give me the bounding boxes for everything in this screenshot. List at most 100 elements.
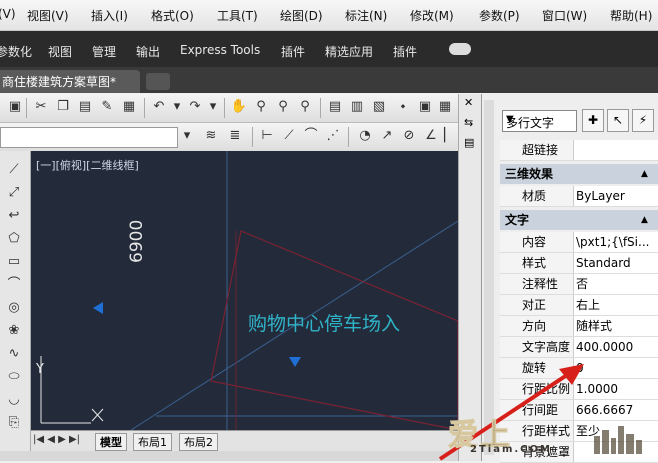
zoom-window-icon[interactable]: ⚲ xyxy=(274,98,292,116)
property-value[interactable]: Standard xyxy=(576,253,658,273)
paste-icon[interactable]: ▤ xyxy=(76,98,94,116)
ribbon-tab-parametric[interactable]: 参数化 xyxy=(0,43,32,60)
properties-icon[interactable]: ▤ xyxy=(326,98,344,116)
new-tab-icon[interactable] xyxy=(146,73,170,90)
open-icon[interactable]: ▣ xyxy=(6,98,24,116)
polyline-icon[interactable]: ↩ xyxy=(5,207,23,225)
menu-item-format[interactable]: 格式(O) xyxy=(151,7,194,24)
property-row-direction[interactable]: 方向 随样式 xyxy=(500,316,658,337)
design-center-icon[interactable]: ▥ xyxy=(348,98,366,116)
block-editor-icon[interactable]: ▦ xyxy=(120,98,138,116)
arc-icon[interactable]: ⌒ xyxy=(5,276,23,294)
collapse-icon[interactable]: ▲ xyxy=(641,164,648,184)
ribbon-tab-output[interactable]: 输出 xyxy=(136,43,160,60)
polygon-icon[interactable]: ⬠ xyxy=(5,230,23,248)
palette-autohide-icon[interactable]: ⇆ xyxy=(464,116,473,129)
property-row-annotative[interactable]: 注释性否 xyxy=(500,274,658,295)
ordinate-icon[interactable]: ⋰ xyxy=(324,127,342,145)
markup-icon[interactable]: ▣ xyxy=(416,98,434,116)
property-row-contents[interactable]: 内容 \pxt1;{\fSi... xyxy=(500,232,658,253)
dimension-text[interactable]: 6900 xyxy=(127,220,147,263)
menu-item-draw[interactable]: 绘图(D) xyxy=(280,7,323,24)
construction-line-icon[interactable]: ⤢ xyxy=(5,184,23,202)
tab-layout1[interactable]: 布局1 xyxy=(133,433,172,451)
property-row-style[interactable]: 样式 Standard xyxy=(500,253,658,274)
ribbon-options-icon[interactable] xyxy=(449,43,471,55)
property-value[interactable]: 右上 xyxy=(576,295,658,315)
document-tab[interactable]: 商住楼建筑方案草图* xyxy=(0,70,140,93)
copy-icon[interactable]: ❐ xyxy=(54,98,72,116)
insert-block-icon[interactable]: ⎘ xyxy=(5,414,23,432)
tab-model[interactable]: 模型 xyxy=(95,433,127,451)
arc-length-icon[interactable]: ⌒ xyxy=(302,127,320,145)
ribbon-tab-express-tools[interactable]: Express Tools xyxy=(180,43,260,57)
cut-icon[interactable]: ✂ xyxy=(32,98,50,116)
ribbon-tab-plugins[interactable]: 插件 xyxy=(281,43,305,60)
property-value[interactable]: 随样式 xyxy=(576,316,658,336)
sheet-set-icon[interactable]: ⬩ xyxy=(394,98,412,116)
zoom-realtime-icon[interactable]: ⚲ xyxy=(252,98,270,116)
layer-dropdown[interactable] xyxy=(0,127,178,148)
ribbon-tab-view[interactable]: 视图 xyxy=(48,43,72,60)
undo-icon[interactable]: ↶ xyxy=(150,98,168,116)
property-value[interactable]: \pxt1;{\fSi... xyxy=(576,232,658,252)
aligned-dimension-icon[interactable]: ⟋ xyxy=(280,127,298,145)
menu-item-parameters[interactable]: 参数(P) xyxy=(479,7,520,24)
ribbon-tab-plugins-2[interactable]: 插件 xyxy=(393,43,417,60)
layer-previous-icon[interactable]: ≣ xyxy=(226,127,244,145)
layer-state-icon[interactable]: ≋ xyxy=(202,127,220,145)
menu-item-dimension[interactable]: 标注(N) xyxy=(345,7,387,24)
tab-layout2[interactable]: 布局2 xyxy=(179,433,218,451)
object-type-dropdown[interactable]: 多行文字 ▼ xyxy=(502,110,577,132)
ellipse-icon[interactable]: ⬭ xyxy=(5,368,23,386)
quick-select-icon[interactable]: ⚡ xyxy=(632,109,654,132)
toggle-pickadd-icon[interactable]: ✚ xyxy=(582,109,604,132)
palette-close-icon[interactable]: ✕ xyxy=(464,96,473,109)
ellipse-arc-icon[interactable]: ◡ xyxy=(5,391,23,409)
tool-palettes-icon[interactable]: ▧ xyxy=(370,98,388,116)
zoom-previous-icon[interactable]: ⚲ xyxy=(296,98,314,116)
menu-item-tools[interactable]: 工具(T) xyxy=(217,7,258,24)
baseline-icon[interactable]: ▏ xyxy=(440,127,458,145)
drawing-canvas[interactable]: Y 6900 购物中心停车场入 xyxy=(31,151,458,430)
line-icon[interactable]: ⟋ xyxy=(5,161,23,179)
menu-item-window[interactable]: 窗口(W) xyxy=(542,7,587,24)
property-value[interactable]: ByLayer xyxy=(576,186,658,206)
revision-cloud-icon[interactable]: ❀ xyxy=(5,322,23,340)
horizontal-scrollbar[interactable] xyxy=(0,451,458,461)
redo-icon[interactable]: ↷ xyxy=(186,98,204,116)
section-header-text[interactable]: 文字 ▲ xyxy=(500,210,658,230)
menu-item-help[interactable]: 帮助(H) xyxy=(610,7,652,24)
menu-item-prev[interactable]: (V) xyxy=(0,7,16,21)
rectangle-icon[interactable]: ▭ xyxy=(5,253,23,271)
grip-left-arrow-icon[interactable] xyxy=(93,302,103,314)
property-value[interactable]: 否 xyxy=(576,274,658,294)
collapse-icon[interactable]: ▲ xyxy=(641,210,648,230)
angular-dimension-icon[interactable]: ∠ xyxy=(422,127,440,145)
match-properties-icon[interactable]: ✎ xyxy=(98,98,116,116)
menu-item-insert[interactable]: 插入(I) xyxy=(91,7,128,24)
menu-item-modify[interactable]: 修改(M) xyxy=(410,7,454,24)
property-row-hyperlink[interactable]: 超链接 xyxy=(500,140,658,161)
quickcalc-icon[interactable]: ▦ xyxy=(436,98,454,116)
select-objects-icon[interactable]: ↖ xyxy=(607,109,629,132)
section-header-3d[interactable]: 三维效果 ▲ xyxy=(500,164,658,184)
pan-icon[interactable]: ✋ xyxy=(230,98,248,116)
jogged-dimension-icon[interactable]: ↗ xyxy=(378,127,396,145)
spline-icon[interactable]: ∿ xyxy=(5,345,23,363)
layout-nav-arrows-icon[interactable]: |◀ ◀ ▶ ▶| xyxy=(33,434,80,445)
diameter-dimension-icon[interactable]: ⊘ xyxy=(400,127,418,145)
property-row-material[interactable]: 材质 ByLayer xyxy=(500,186,658,207)
radius-dimension-icon[interactable]: ◔ xyxy=(356,127,374,145)
palette-properties-icon[interactable]: ▤ xyxy=(464,136,474,149)
mtext-label[interactable]: 购物中心停车场入 xyxy=(248,309,400,336)
ribbon-tab-manage[interactable]: 管理 xyxy=(92,43,116,60)
property-row-justify[interactable]: 对正 右上 xyxy=(500,295,658,316)
property-value[interactable]: 400.0000 xyxy=(576,337,658,357)
ribbon-tab-featured-apps[interactable]: 精选应用 xyxy=(325,43,373,60)
circle-icon[interactable]: ◎ xyxy=(5,299,23,317)
grip-down-arrow-icon[interactable] xyxy=(289,357,301,367)
menu-item-view[interactable]: 视图(V) xyxy=(27,7,69,24)
layer-dropdown-arrow-icon[interactable]: ▾ xyxy=(178,127,196,145)
linear-dimension-icon[interactable]: ⊢ xyxy=(258,127,276,145)
